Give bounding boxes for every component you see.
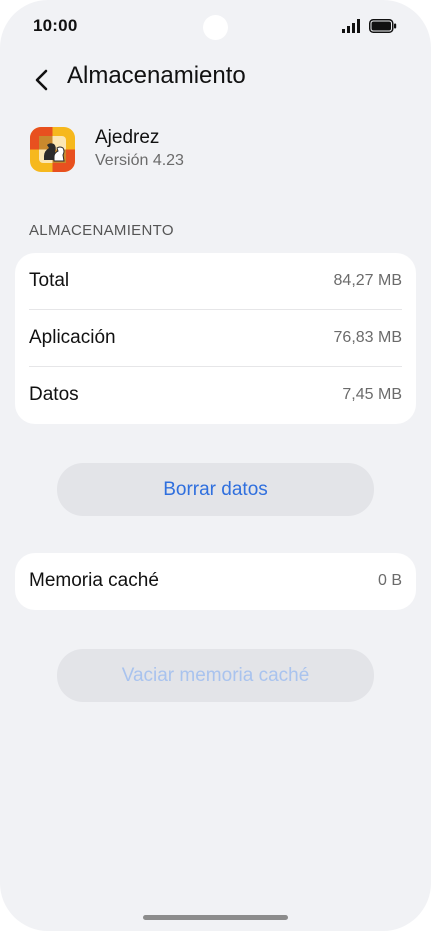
signal-bars-icon — [342, 19, 360, 33]
row-value: 7,45 MB — [342, 386, 402, 403]
cache-card: Memoria caché 0 B — [15, 553, 416, 610]
storage-row-data: Datos 7,45 MB — [15, 367, 416, 424]
clear-data-button[interactable]: Borrar datos — [57, 463, 374, 516]
row-label: Datos — [29, 384, 79, 405]
phone-screen: 10:00 Almacenamiento Ajedrez Versión 4.2… — [0, 0, 431, 931]
battery-full-icon — [369, 19, 397, 33]
page-title: Almacenamiento — [67, 62, 246, 89]
row-label: Total — [29, 270, 70, 291]
cache-row: Memoria caché 0 B — [15, 553, 416, 610]
storage-section-label: ALMACENAMIENTO — [29, 222, 174, 239]
clear-cache-button[interactable]: Vaciar memoria caché — [57, 649, 374, 702]
row-value: 84,27 MB — [333, 272, 402, 289]
home-indicator[interactable] — [143, 915, 288, 920]
chess-app-icon — [30, 127, 75, 172]
row-label: Memoria caché — [29, 570, 159, 591]
storage-row-app: Aplicación 76,83 MB — [15, 310, 416, 367]
row-value: 76,83 MB — [333, 329, 402, 346]
camera-cutout — [203, 15, 228, 40]
storage-card: Total 84,27 MB Aplicación 76,83 MB Datos… — [15, 253, 416, 424]
row-label: Aplicación — [29, 327, 116, 348]
app-name: Ajedrez — [95, 127, 160, 148]
row-value: 0 B — [377, 572, 402, 589]
chevron-left-icon[interactable] — [29, 66, 55, 94]
status-time: 10:00 — [33, 16, 78, 35]
app-version: Versión 4.23 — [95, 152, 184, 169]
storage-row-total: Total 84,27 MB — [15, 253, 416, 310]
